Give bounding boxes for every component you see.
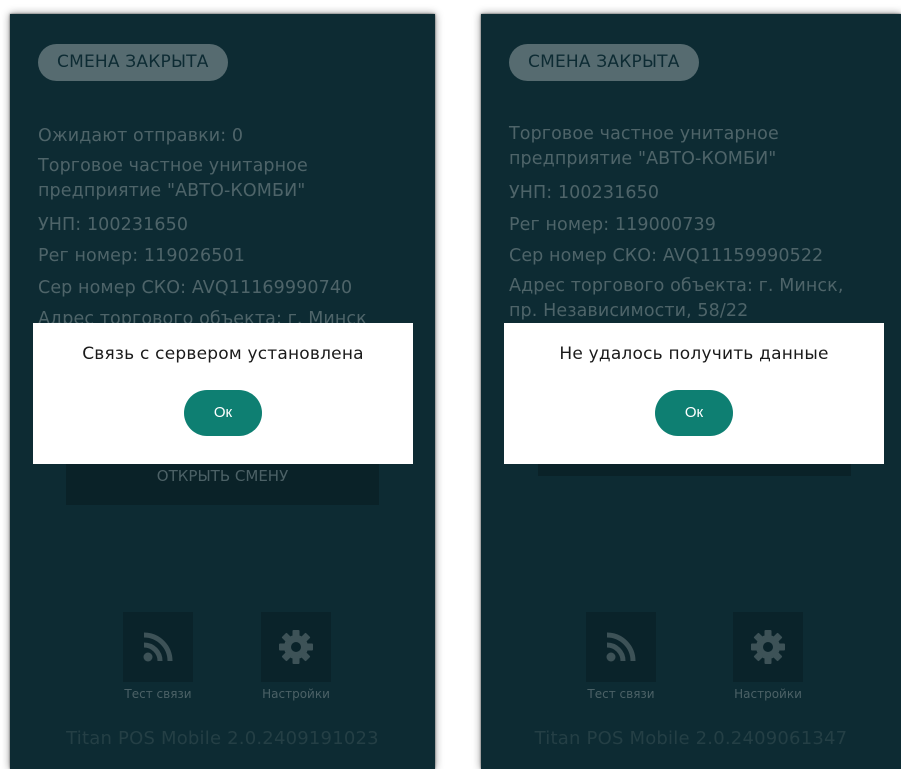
phone-screen-left: СМЕНА ЗАКРЫТА Ожидают отправки: 0 Торгов… [10,14,435,769]
connection-dialog: Связь с сервером установлена Ок [33,323,413,464]
ok-button[interactable]: Ок [184,390,262,436]
sko-serial-number: Сер номер СКО: AVQ11159990522 [509,246,824,266]
company-name: Торговое частное унитарное предприятие "… [38,154,433,204]
company-name-line-2: предприятие "АВТО-КОМБИ" [38,180,306,201]
connection-test-button[interactable]: Тест связи [561,612,681,701]
app-version: Titan POS Mobile 2.0.2409191023 [66,728,379,749]
connection-test-button[interactable]: Тест связи [98,612,218,701]
settings-tile[interactable] [733,612,803,682]
gear-icon [751,630,785,664]
settings-label: Настройки [262,687,330,701]
store-address: Адрес торгового объекта: г. Минск, пр. Н… [509,274,901,324]
app-version: Titan POS Mobile 2.0.2409061347 [534,728,848,749]
company-name: Торговое частное унитарное предприятие "… [509,122,901,172]
shift-status-badge: СМЕНА ЗАКРЫТА [38,44,228,81]
settings-button[interactable]: Настройки [236,612,356,701]
connection-test-label: Тест связи [587,687,655,701]
terminal-info: Торговое частное унитарное предприятие "… [509,122,901,331]
reg-number: Рег номер: 119000739 [509,214,716,235]
store-address-line-2: пр. Независимости, 58/22 [509,300,749,321]
open-shift-label: ОТКРЫТЬ СМЕНУ [156,467,289,485]
connection-test-tile[interactable] [123,612,193,682]
settings-label: Настройки [734,687,802,701]
gear-icon [279,630,313,664]
sko-serial-number: Сер номер СКО: AVQ11169990740 [38,277,353,298]
dialog-message: Связь с сервером установлена [82,344,364,364]
shift-status-badge: СМЕНА ЗАКРЫТА [509,44,699,81]
reg-number: Рег номер: 119026501 [38,246,245,266]
settings-button[interactable]: Настройки [708,612,828,701]
connection-test-label: Тест связи [124,687,192,701]
rss-signal-icon [606,632,636,662]
store-address-line-1: Адрес торгового объекта: г. Минск, [509,275,844,296]
connection-test-tile[interactable] [586,612,656,682]
open-shift-button[interactable]: ОТКРЫТЬ СМЕНУ [66,458,379,505]
terminal-info: Ожидают отправки: 0 Торговое частное уни… [38,122,433,337]
dialog-message: Не удалось получить данные [559,344,829,364]
company-name-line-1: Торговое частное унитарное [38,155,308,176]
company-name-line-2: предприятие "АВТО-КОМБИ" [509,149,777,169]
error-dialog: Не удалось получить данные Ок [504,323,884,464]
unp-number: УНП: 100231650 [38,214,189,235]
unp-number: УНП: 100231650 [509,183,660,203]
ok-button[interactable]: Ок [655,390,733,436]
phone-screen-right: СМЕНА ЗАКРЫТА Торговое частное унитарное… [481,14,901,769]
settings-tile[interactable] [261,612,331,682]
company-name-line-1: Торговое частное унитарное [509,124,779,144]
pending-count: Ожидают отправки: 0 [38,126,244,146]
rss-signal-icon [143,632,173,662]
